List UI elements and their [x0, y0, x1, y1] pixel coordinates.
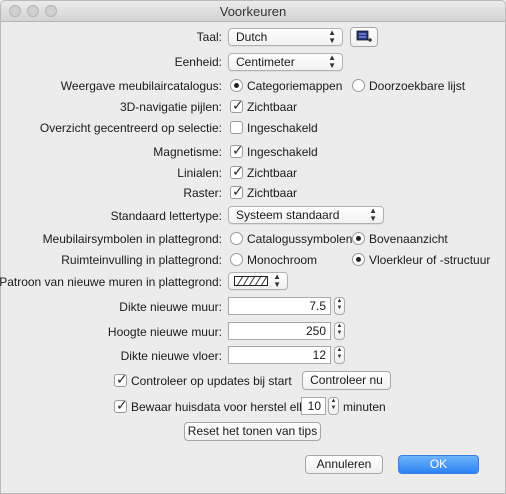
updown-arrows-icon: ▲ ▼	[273, 272, 281, 289]
font-label: Standaard lettertype:	[110, 209, 222, 223]
unit-label: Eenheid:	[174, 55, 222, 69]
centered-checkbox[interactable]	[230, 121, 243, 134]
nav3d-checkbox[interactable]: ✓	[230, 97, 244, 113]
wall-pattern-label: Patroon van nieuwe muren in plattegrond:	[0, 275, 222, 289]
floor-thickness-label: Dikte nieuwe vloer:	[120, 349, 222, 363]
wall-thickness-label: Dikte nieuwe muur:	[119, 300, 222, 314]
room-fill-label: Ruimteinvulling in plattegrond:	[61, 253, 222, 267]
magnetism-checkbox-label: Ingeschakeld	[247, 145, 318, 159]
room-fill-radio-floor[interactable]	[352, 253, 365, 266]
cancel-button[interactable]: Annuleren	[305, 455, 383, 474]
unit-select[interactable]: Centimeter ▲ ▼	[228, 53, 343, 71]
language-library-icon	[356, 30, 372, 42]
language-label: Taal:	[196, 30, 222, 44]
floor-thickness-stepper[interactable]: ▲ ▼	[334, 346, 345, 364]
furniture-icons-option-catalog: Catalogussymbolen	[247, 232, 353, 246]
magnetism-label: Magnetisme:	[153, 145, 222, 159]
language-select[interactable]: Dutch ▲ ▼	[228, 28, 343, 46]
catalog-view-radio-searchable[interactable]	[352, 79, 365, 92]
wall-height-input[interactable]: 250	[228, 322, 331, 340]
check-now-button[interactable]: Controleer nu	[302, 371, 391, 390]
autosave-label: Bewaar huisdata voor herstel elke:	[131, 400, 316, 414]
language-value: Dutch	[236, 30, 268, 44]
furniture-icons-option-topview: Bovenaanzicht	[369, 232, 448, 246]
furniture-icons-label: Meubilairsymbolen in plattegrond:	[42, 232, 222, 246]
grid-checkbox-label: Zichtbaar	[247, 186, 298, 200]
catalog-view-label: Weergave meubilaircatalogus:	[60, 79, 222, 93]
ok-button[interactable]: OK	[398, 455, 479, 474]
wall-height-label: Hoogte nieuwe muur:	[107, 325, 222, 339]
rulers-checkbox-label: Zichtbaar	[247, 166, 298, 180]
rulers-checkbox[interactable]: ✓	[230, 163, 244, 179]
wall-thickness-stepper[interactable]: ▲ ▼	[334, 297, 345, 315]
autosave-minutes-input[interactable]: 10	[301, 397, 326, 415]
grid-label: Raster:	[183, 186, 222, 200]
room-fill-radio-mono[interactable]	[230, 253, 243, 266]
room-fill-option-mono: Monochroom	[247, 253, 318, 267]
wall-pattern-select[interactable]: ▲ ▼	[228, 272, 288, 290]
furniture-icons-radio-topview[interactable]	[352, 232, 365, 245]
grid-checkbox[interactable]: ✓	[230, 183, 244, 199]
catalog-view-option-searchable: Doorzoekbare lijst	[369, 79, 466, 93]
centered-label: Overzicht gecentreerd op selectie:	[39, 121, 222, 135]
magnetism-checkbox[interactable]: ✓	[230, 142, 244, 158]
language-import-button[interactable]	[350, 27, 378, 47]
updown-arrows-icon: ▲ ▼	[328, 53, 336, 70]
rulers-label: Linialen:	[177, 166, 222, 180]
floor-thickness-input[interactable]: 12	[228, 346, 331, 364]
autosave-minutes-stepper[interactable]: ▲ ▼	[328, 397, 339, 415]
catalog-view-radio-categories[interactable]	[230, 79, 243, 92]
updown-arrows-icon: ▲ ▼	[369, 206, 377, 223]
reset-tips-button[interactable]: Reset het tonen van tips	[184, 422, 321, 441]
centered-checkbox-label: Ingeschakeld	[247, 121, 318, 135]
wall-height-stepper[interactable]: ▲ ▼	[334, 322, 345, 340]
check-updates-label: Controleer op updates bij start	[131, 374, 292, 388]
title-bar: Voorkeuren	[1, 1, 505, 22]
room-fill-option-floor: Vloerkleur of -structuur	[369, 253, 491, 267]
preferences-window: Voorkeuren Taal: Dutch ▲ ▼ Eenheid: Centi…	[0, 0, 506, 494]
check-updates-checkbox[interactable]: ✓	[114, 371, 128, 387]
autosave-unit: minuten	[343, 400, 386, 414]
wall-thickness-input[interactable]: 7.5	[228, 297, 331, 315]
furniture-icons-radio-catalog[interactable]	[230, 232, 243, 245]
nav3d-checkbox-label: Zichtbaar	[247, 100, 298, 114]
font-select[interactable]: Systeem standaard ▲ ▼	[228, 206, 384, 224]
hatch-pattern-icon	[234, 276, 268, 286]
catalog-view-option-categories: Categoriemappen	[247, 79, 343, 93]
window-title: Voorkeuren	[219, 4, 287, 19]
updown-arrows-icon: ▲ ▼	[328, 28, 336, 45]
font-value: Systeem standaard	[236, 208, 340, 222]
unit-value: Centimeter	[236, 55, 295, 69]
autosave-checkbox[interactable]: ✓	[114, 397, 128, 413]
nav3d-label: 3D-navigatie pijlen:	[119, 100, 222, 114]
